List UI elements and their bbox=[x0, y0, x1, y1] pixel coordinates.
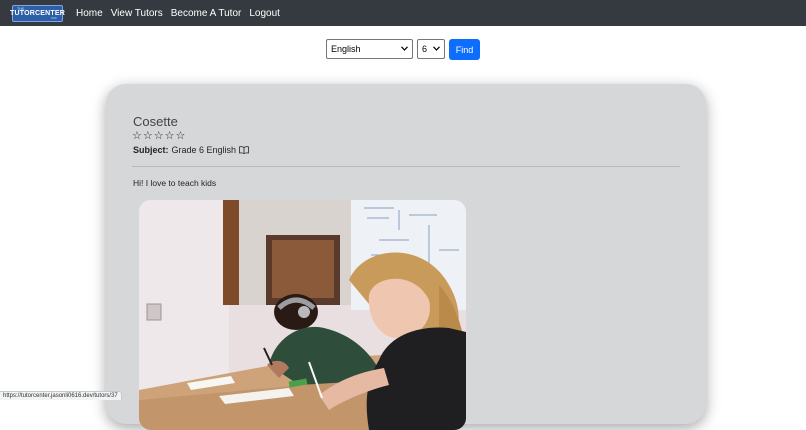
subject-select[interactable]: English bbox=[326, 39, 413, 59]
nav-links: Home View Tutors Become A Tutor Logout bbox=[76, 8, 288, 19]
navbar: THE TUTORCENTER INC Home View Tutors Bec… bbox=[0, 0, 806, 26]
divider bbox=[132, 166, 680, 167]
brand-sub: INC bbox=[51, 15, 57, 20]
chevron-down-icon bbox=[433, 45, 440, 53]
chevron-down-icon bbox=[401, 45, 408, 53]
subject-label: Subject: bbox=[133, 145, 169, 155]
star-icon[interactable]: ☆ bbox=[154, 131, 164, 142]
tutor-photo bbox=[139, 200, 466, 430]
nav-link-logout[interactable]: Logout bbox=[249, 8, 280, 19]
star-icon[interactable]: ☆ bbox=[165, 131, 175, 142]
tutor-card: Cosette ☆ ☆ ☆ ☆ ☆ Subject: Grade 6 Engli… bbox=[106, 84, 706, 430]
find-button[interactable]: Find bbox=[449, 39, 480, 60]
grade-select[interactable]: 6 bbox=[417, 39, 445, 59]
nav-link-home[interactable]: Home bbox=[76, 8, 103, 19]
book-icon bbox=[239, 146, 249, 155]
tutor-name: Cosette bbox=[133, 114, 178, 129]
brand-logo[interactable]: THE TUTORCENTER INC bbox=[10, 4, 65, 22]
tutor-bio: Hi! I love to teach kids bbox=[133, 178, 217, 188]
nav-link-become-tutor[interactable]: Become A Tutor bbox=[171, 8, 242, 19]
brand-tag: THE bbox=[17, 6, 25, 11]
rating-stars: ☆ ☆ ☆ ☆ ☆ bbox=[132, 131, 185, 142]
grade-select-value: 6 bbox=[422, 44, 428, 54]
subject-select-value: English bbox=[331, 44, 361, 54]
status-bar-url: https://tutorcenter.jasonli0616.dev/tuto… bbox=[0, 391, 122, 400]
subject-line: Subject: Grade 6 English bbox=[133, 145, 249, 155]
star-icon[interactable]: ☆ bbox=[176, 131, 186, 142]
nav-link-view-tutors[interactable]: View Tutors bbox=[111, 8, 163, 19]
subject-value: Grade 6 English bbox=[171, 145, 237, 155]
star-icon[interactable]: ☆ bbox=[143, 131, 153, 142]
star-icon[interactable]: ☆ bbox=[132, 131, 142, 142]
search-bar: English 6 Find bbox=[0, 39, 806, 60]
